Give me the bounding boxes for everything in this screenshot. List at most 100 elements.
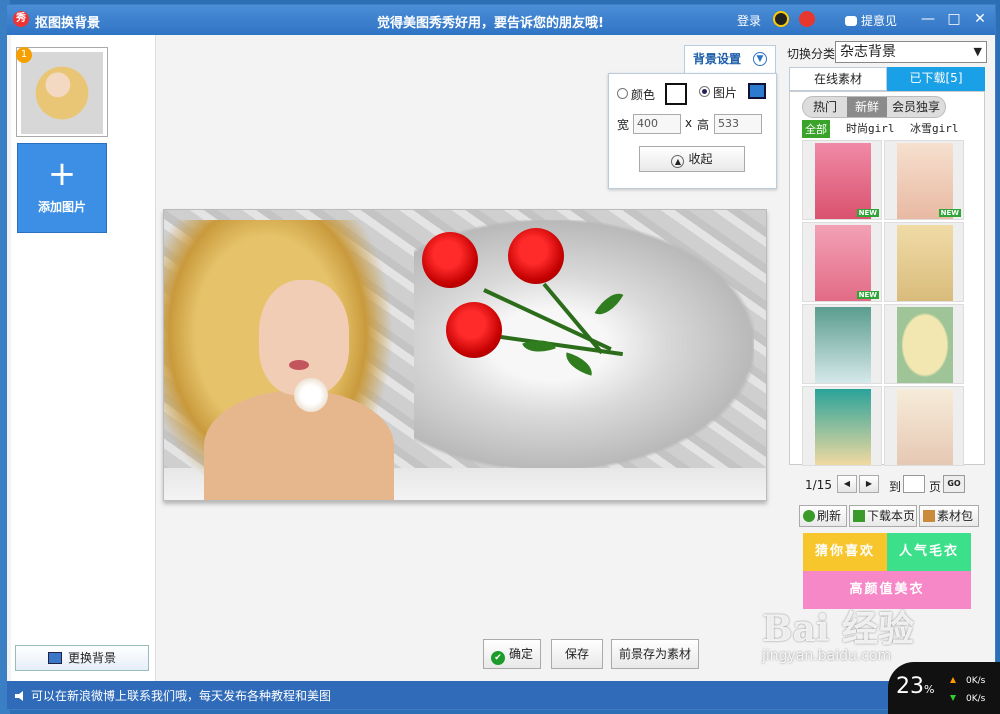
filter-fashion-girl[interactable]: 时尚girl bbox=[846, 120, 895, 136]
ice-cream-poster bbox=[815, 143, 871, 219]
maximize-button[interactable]: □ bbox=[945, 10, 963, 28]
dessert-poster bbox=[815, 225, 871, 301]
vintage-paper bbox=[897, 225, 953, 301]
refresh-button[interactable]: 刷新 bbox=[799, 505, 847, 527]
page-unit-label: 页 bbox=[929, 480, 942, 494]
floral-frame bbox=[897, 389, 953, 465]
promo-guess-you-like[interactable]: 猜你喜欢 bbox=[803, 533, 887, 571]
red-rose bbox=[508, 228, 564, 284]
download-arrow-icon bbox=[950, 695, 956, 701]
download-icon bbox=[853, 510, 865, 522]
background-settings-tab[interactable]: 背景设置 ▼ bbox=[684, 45, 776, 73]
color-label: 颜色 bbox=[631, 88, 656, 102]
page-input[interactable] bbox=[903, 475, 925, 493]
pill-hot[interactable]: 热门 bbox=[803, 97, 847, 117]
chevron-down-icon[interactable]: ▼ bbox=[753, 52, 767, 66]
material-tile[interactable] bbox=[884, 222, 964, 302]
new-badge: NEW bbox=[856, 209, 879, 217]
image-list-panel: 1 + 添加图片 更换背景 bbox=[11, 35, 156, 681]
network-speed-widget: 23% 0K/s 0K/s bbox=[888, 662, 1000, 714]
thumbnail-photo bbox=[21, 52, 103, 134]
height-label: 高 bbox=[697, 118, 710, 132]
width-input[interactable]: 400 bbox=[633, 114, 681, 134]
material-tile[interactable] bbox=[802, 386, 882, 466]
close-button[interactable]: ✕ bbox=[971, 10, 989, 28]
image-picker-icon[interactable] bbox=[748, 83, 766, 99]
upload-arrow-icon bbox=[950, 677, 956, 683]
prev-page-button[interactable]: ◀ bbox=[837, 475, 857, 493]
height-input[interactable]: 533 bbox=[714, 114, 762, 134]
add-image-button[interactable]: + 添加图片 bbox=[17, 143, 107, 233]
minimize-button[interactable]: — bbox=[919, 10, 937, 28]
material-pack-button[interactable]: 素材包 bbox=[919, 505, 979, 527]
promo-popular-sweater[interactable]: 人气毛衣 bbox=[887, 533, 971, 571]
tab-online-materials[interactable]: 在线素材 bbox=[789, 67, 887, 91]
speaker-icon bbox=[15, 691, 23, 701]
material-tile[interactable] bbox=[802, 304, 882, 384]
tab-downloaded[interactable]: 已下载[5] bbox=[887, 67, 985, 91]
confirm-label: 确定 bbox=[508, 647, 533, 661]
app-title: 抠图换背景 bbox=[35, 16, 101, 31]
qq-icon[interactable] bbox=[773, 11, 789, 27]
material-tile[interactable]: NEW bbox=[802, 140, 882, 220]
download-page-button[interactable]: 下载本页 bbox=[849, 505, 917, 527]
go-button[interactable]: GO bbox=[943, 475, 965, 493]
color-radio[interactable] bbox=[617, 88, 628, 99]
woman-face bbox=[259, 280, 349, 395]
material-pack-label: 素材包 bbox=[937, 509, 974, 523]
next-page-button[interactable]: ▶ bbox=[859, 475, 879, 493]
filter-snow-girl[interactable]: 冰雪girl bbox=[910, 120, 959, 136]
material-tile[interactable] bbox=[884, 304, 964, 384]
download-page-label: 下载本页 bbox=[867, 509, 916, 523]
red-rose bbox=[422, 232, 478, 288]
times-sign: x bbox=[685, 116, 693, 130]
composite-preview[interactable] bbox=[163, 209, 767, 501]
image-label: 图片 bbox=[713, 86, 738, 100]
category-select[interactable]: 杂志背景 ▼ bbox=[835, 41, 987, 63]
pill-vip[interactable]: 会员独享 bbox=[887, 97, 945, 117]
material-tile[interactable]: NEW bbox=[884, 140, 964, 220]
collapse-button[interactable]: ▲ 收起 bbox=[639, 146, 745, 172]
background-settings-panel: 颜色 图片 宽 400 x 高 533 ▲ 收起 bbox=[608, 73, 777, 189]
feedback-label: 提意见 bbox=[861, 14, 898, 28]
material-tile[interactable]: NEW bbox=[802, 222, 882, 302]
change-background-button[interactable]: 更换背景 bbox=[15, 645, 149, 671]
filter-all[interactable]: 全部 bbox=[802, 120, 830, 138]
save-foreground-button[interactable]: 前景存为素材 bbox=[611, 639, 699, 669]
pill-new[interactable]: 新鲜 bbox=[847, 97, 887, 117]
chevron-up-icon: ▲ bbox=[671, 155, 685, 168]
weibo-icon[interactable] bbox=[799, 11, 815, 27]
white-rose bbox=[294, 378, 328, 412]
add-image-label: 添加图片 bbox=[37, 200, 86, 214]
sort-pills: 热门 新鲜 会员独享 bbox=[802, 96, 946, 118]
material-panel: 切换分类 杂志背景 ▼ 在线素材 已下载[5] 热门 新鲜 会员独享 全部 时尚… bbox=[785, 35, 995, 681]
refresh-label: 刷新 bbox=[817, 509, 842, 523]
upload-speed-value: 0K/s bbox=[966, 676, 986, 686]
red-rose bbox=[446, 302, 502, 358]
floral-frame bbox=[897, 307, 953, 383]
image-radio[interactable] bbox=[699, 86, 710, 97]
canvas-area: 背景设置 ▼ 颜色 图片 宽 400 x 高 533 ▲ 收起 ✔ 确定 保存 … bbox=[157, 35, 785, 681]
goto-label: 到 bbox=[889, 480, 902, 494]
login-link[interactable]: 登录 bbox=[737, 12, 761, 29]
baidu-watermark: Bai 经验 jingyan.baidu.com bbox=[762, 600, 914, 664]
width-label: 宽 bbox=[617, 118, 630, 132]
refresh-icon bbox=[803, 510, 815, 522]
confirm-button[interactable]: ✔ 确定 bbox=[483, 639, 541, 669]
package-icon bbox=[923, 510, 935, 522]
material-grid: NEW NEW NEW bbox=[802, 140, 966, 466]
status-message: 可以在新浪微博上联系我们哦，每天发布各种教程和美图 bbox=[31, 689, 332, 703]
change-background-label: 更换背景 bbox=[67, 651, 116, 665]
material-tile[interactable] bbox=[884, 386, 964, 466]
color-swatch[interactable] bbox=[665, 83, 687, 105]
watermark-url: jingyan.baidu.com bbox=[762, 648, 892, 664]
download-speed: 0K/s bbox=[950, 694, 985, 704]
feedback-button[interactable]: 提意见 bbox=[845, 12, 897, 29]
ice-cream-poster bbox=[897, 143, 953, 219]
picture-icon bbox=[47, 652, 62, 664]
speed-percent: 23% bbox=[896, 674, 934, 699]
new-badge: NEW bbox=[938, 209, 961, 217]
new-badge: NEW bbox=[856, 291, 879, 299]
speed-percent-unit: % bbox=[924, 683, 935, 696]
save-button[interactable]: 保存 bbox=[551, 639, 603, 669]
